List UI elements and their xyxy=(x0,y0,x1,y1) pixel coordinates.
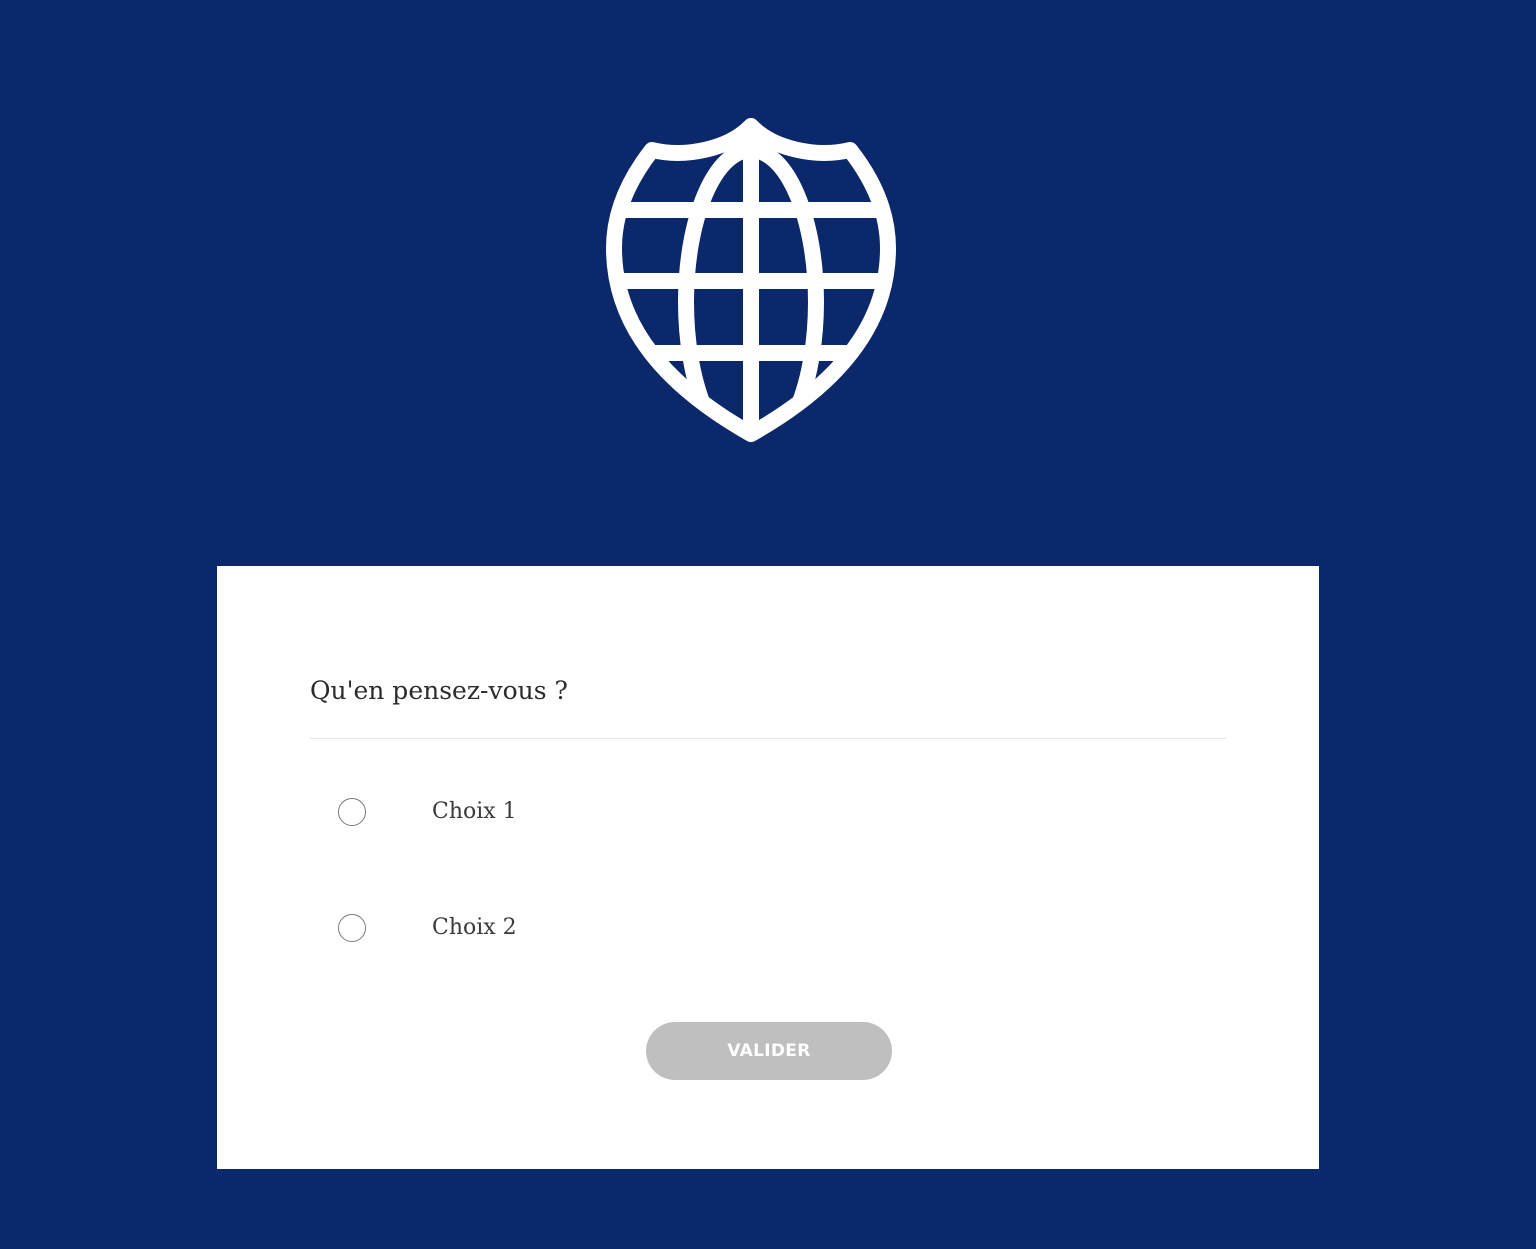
poll-card: Qu'en pensez-vous ? Choix 1 Choix 2 VALI… xyxy=(217,566,1319,1169)
radio-button-choix-1[interactable] xyxy=(338,798,366,826)
option-label: Choix 1 xyxy=(432,799,517,824)
option-label: Choix 2 xyxy=(432,915,517,940)
globe-shield-graphic xyxy=(606,118,896,442)
option-choix-1[interactable]: Choix 1 xyxy=(338,796,517,828)
question-divider xyxy=(310,738,1226,739)
globe-shield-icon xyxy=(604,116,898,446)
valider-button[interactable]: VALIDER xyxy=(646,1022,892,1080)
radio-button-choix-2[interactable] xyxy=(338,914,366,942)
option-choix-2[interactable]: Choix 2 xyxy=(338,912,517,944)
question-title: Qu'en pensez-vous ? xyxy=(310,676,568,705)
